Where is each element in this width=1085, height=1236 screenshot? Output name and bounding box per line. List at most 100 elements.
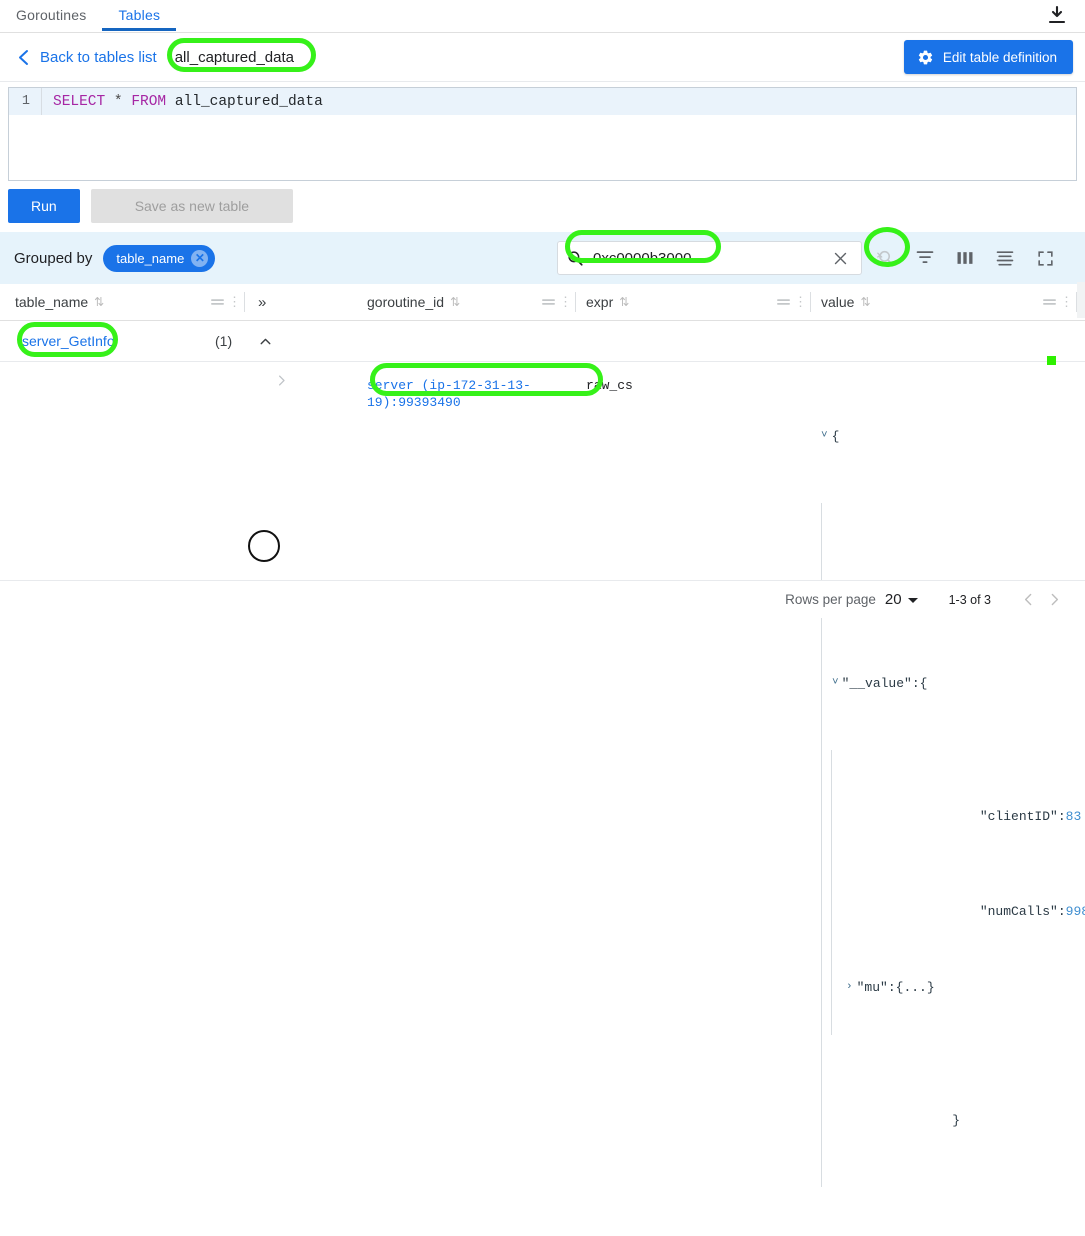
chevron-right-icon[interactable]: ›	[846, 978, 853, 997]
breadcrumb: Back to tables list all_captured_data Ed…	[0, 33, 1085, 82]
tab-goroutines[interactable]: Goroutines	[0, 0, 102, 31]
json-open-brace-inner: {	[919, 676, 928, 691]
group-row-server-getinfo[interactable]: server_GetInfo (1)	[0, 321, 1085, 362]
column-menu-value[interactable]: ⋮	[1042, 295, 1076, 308]
search-box[interactable]	[557, 241, 862, 275]
sort-icon[interactable]: ⇅	[619, 295, 629, 309]
grouped-by-label: Grouped by	[14, 249, 93, 267]
column-label-value: value	[821, 294, 855, 310]
sql-keyword-select: SELECT	[53, 93, 106, 110]
column-label-goroutine-id: goroutine_id	[367, 294, 445, 310]
fullscreen-icon[interactable]	[1032, 245, 1058, 271]
chevron-down-icon[interactable]: ˅	[821, 427, 828, 446]
search-icon	[566, 249, 584, 267]
cell-goroutine-id[interactable]: server (ip-172-31-13-19):99393490	[362, 362, 576, 1236]
tab-tables-label: Tables	[118, 7, 161, 23]
chevron-left-icon[interactable]	[14, 48, 32, 66]
json-level-2: "clientID":83 "numCalls":998638 › "mu":{…	[831, 750, 1085, 1035]
json-viewer[interactable]: ˅ { "__addr":"0xc0000b3000" ˅ "__value":…	[821, 370, 1085, 1236]
columns-icon[interactable]	[952, 245, 978, 271]
json-numcalls-line: "numCalls":998638	[843, 883, 1085, 940]
group-count: (1)	[215, 333, 233, 349]
pagination-range: 1-3 of 3	[948, 592, 991, 607]
arrow-drop-down-icon	[907, 594, 919, 606]
column-label-expr: expr	[586, 294, 614, 310]
gear-icon	[917, 49, 934, 66]
group-name-link[interactable]: server_GetInfo	[0, 333, 115, 349]
row-expand-toggle[interactable]	[245, 362, 362, 1236]
sql-star: *	[113, 93, 123, 110]
edit-table-definition-label: Edit table definition	[942, 49, 1057, 65]
sql-editor-empty-area[interactable]	[9, 115, 1076, 178]
query-actions: Run Save as new table	[0, 181, 1085, 232]
filter-icon[interactable]	[912, 245, 938, 271]
prev-page-button[interactable]	[1015, 587, 1041, 613]
cell-expr: raw_cs	[576, 362, 811, 1236]
sort-icon[interactable]: ⇅	[860, 295, 870, 309]
json-colon: :	[887, 980, 896, 995]
column-header-value[interactable]: value ⇅ ⋮	[811, 284, 1077, 320]
column-menu-expr[interactable]: ⋮	[776, 295, 810, 308]
pagination-bar: Rows per page 20 1-3 of 3	[0, 580, 1085, 618]
close-circle-icon[interactable]: ✕	[191, 249, 209, 267]
column-menu-goroutine-id[interactable]: ⋮	[541, 295, 575, 308]
json-key-mu: "mu"	[856, 980, 888, 995]
grid-header-row: table_name ⇅ ⋮ » goroutine_id ⇅ ⋮ expr ⇅…	[0, 284, 1085, 321]
group-chip-label: table_name	[116, 250, 185, 266]
save-as-new-table-button: Save as new table	[90, 189, 294, 223]
download-icon[interactable]	[1045, 3, 1069, 27]
grid-scrollbar[interactable]	[1077, 282, 1085, 318]
expand-all-rows-toggle[interactable]: »	[245, 284, 362, 320]
rows-per-page-value: 20	[884, 591, 902, 608]
sql-editor[interactable]: 1 SELECT * FROM all_captured_data	[8, 87, 1077, 181]
table-row[interactable]: server (ip-172-31-13-19):99393490 raw_cs…	[0, 362, 1085, 1236]
table-query-page: Goroutines Tables Back to tables list al…	[0, 0, 1085, 1236]
json-colon: :	[1057, 904, 1066, 919]
cell-table-name	[0, 362, 245, 1236]
json-root-line: ˅ {	[821, 427, 1077, 446]
data-grid: table_name ⇅ ⋮ » goroutine_id ⇅ ⋮ expr ⇅…	[0, 284, 1085, 1236]
json-key-clientid: "clientID"	[979, 809, 1058, 824]
column-header-expr[interactable]: expr ⇅ ⋮	[576, 284, 811, 320]
tab-tables[interactable]: Tables	[102, 0, 176, 31]
search-input[interactable]	[591, 248, 827, 268]
sql-table-name: all_captured_data	[174, 93, 323, 110]
clear-search-icon[interactable]	[827, 245, 853, 271]
json-open-brace: {	[831, 429, 840, 444]
chevron-up-icon[interactable]	[252, 328, 278, 354]
green-square-marker	[1047, 356, 1056, 365]
json-value-clientid: 83	[1065, 809, 1082, 824]
json-value-numcalls: 998638	[1065, 904, 1085, 919]
search-off-icon[interactable]	[872, 245, 898, 271]
json-value-mu-collapsed[interactable]: {...}	[896, 978, 935, 997]
column-menu-table-name[interactable]: ⋮	[210, 295, 244, 308]
chevron-right-icon[interactable]	[274, 373, 289, 1236]
goroutine-id-link[interactable]: server (ip-172-31-13-19):99393490	[367, 378, 531, 410]
sql-editor-line: 1 SELECT * FROM all_captured_data	[9, 88, 1076, 115]
line-number: 1	[9, 88, 42, 115]
column-label-table-name: table_name	[15, 294, 89, 310]
next-page-button[interactable]	[1041, 587, 1067, 613]
json-colon: :	[1057, 809, 1066, 824]
json-key-value: "__value"	[841, 676, 912, 691]
chevron-down-icon[interactable]: ˅	[832, 674, 839, 693]
group-chip-table-name[interactable]: table_name ✕	[103, 244, 216, 272]
back-to-tables-list-link[interactable]: Back to tables list	[40, 49, 157, 66]
rows-per-page-select[interactable]: 20	[885, 591, 919, 608]
grid-toolbar: Grouped by table_name ✕	[0, 232, 1085, 284]
double-chevron-right-icon[interactable]: »	[258, 294, 266, 311]
column-header-goroutine-id[interactable]: goroutine_id ⇅ ⋮	[362, 284, 576, 320]
cell-value[interactable]: ˅ { "__addr":"0xc0000b3000" ˅ "__value":…	[811, 362, 1085, 1236]
column-header-table-name[interactable]: table_name ⇅ ⋮	[0, 284, 245, 320]
sql-code[interactable]: SELECT * FROM all_captured_data	[42, 94, 323, 110]
json-close-brace-inner: }	[952, 1113, 961, 1128]
json-mu-line: › "mu": {...}	[843, 978, 1077, 997]
edit-table-definition-button[interactable]: Edit table definition	[903, 40, 1073, 74]
main-tabs: Goroutines Tables	[0, 0, 1085, 33]
run-button[interactable]: Run	[8, 189, 80, 223]
json-value-line: ˅ "__value":{	[831, 674, 1077, 693]
json-inner-close-line: }	[831, 1092, 1077, 1149]
sort-icon[interactable]: ⇅	[94, 295, 104, 309]
density-icon[interactable]	[992, 245, 1018, 271]
sort-icon[interactable]: ⇅	[450, 295, 460, 309]
